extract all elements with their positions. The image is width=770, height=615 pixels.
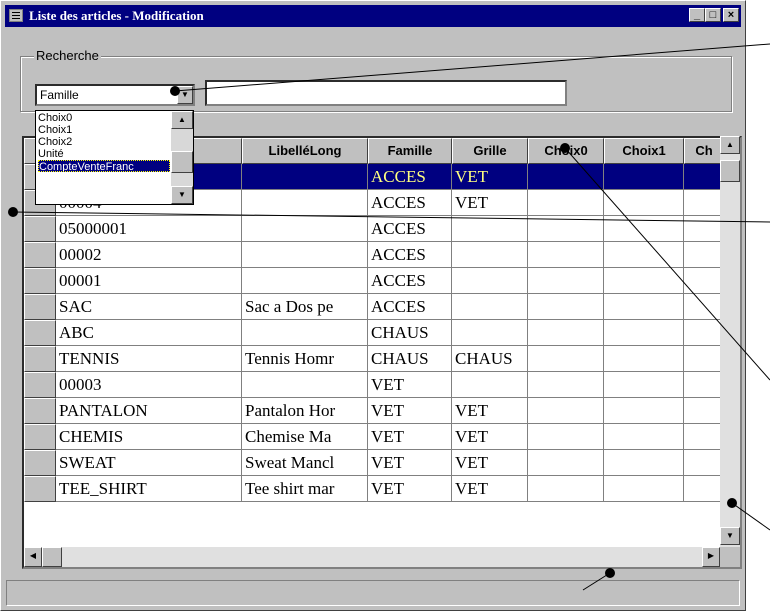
callout-lines [12, 43, 770, 591]
callout-dot-rowheader [8, 207, 18, 217]
callout-dot-status [605, 568, 615, 578]
callout-line-rowheader [12, 211, 770, 223]
callout-dot-combo [170, 86, 180, 96]
callout-dot-scrollbar [727, 498, 737, 508]
callout-line-combo [174, 43, 770, 92]
callout-line-column [564, 147, 770, 381]
callout-dot-column [560, 143, 570, 153]
callout-line-scrollbar [731, 502, 770, 531]
